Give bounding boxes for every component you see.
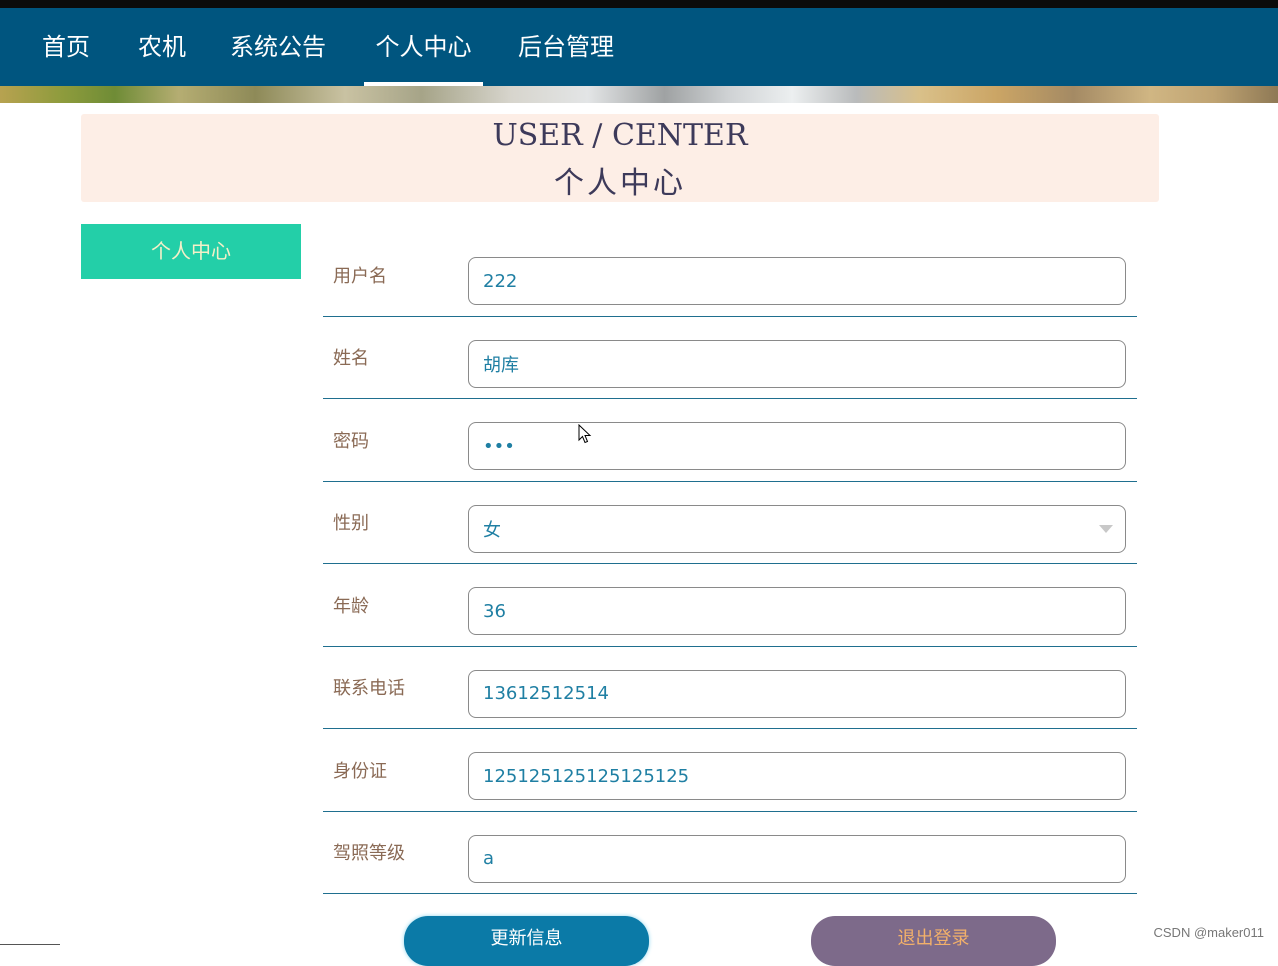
- banner-image-strip: [0, 86, 1278, 103]
- page-header: USER / CENTER 个人中心: [81, 114, 1159, 202]
- page-title-cn: 个人中心: [554, 166, 686, 201]
- form-row-age: 年龄 36: [323, 564, 1137, 647]
- form-row-username: 用户名 222: [323, 234, 1137, 317]
- window-top-border: [0, 0, 1278, 8]
- name-input[interactable]: 胡库: [468, 339, 1126, 388]
- sidebar-item-user-center[interactable]: 个人中心: [81, 224, 301, 279]
- phone-input[interactable]: 13612512514: [468, 669, 1126, 718]
- age-input[interactable]: 36: [468, 587, 1126, 635]
- password-label: 密码: [333, 430, 369, 452]
- password-input[interactable]: •••: [468, 422, 1126, 470]
- mouse-pointer-icon: [578, 424, 592, 444]
- age-label: 年龄: [333, 595, 369, 617]
- gender-label: 性别: [333, 513, 369, 535]
- gender-selected-value: 女: [483, 519, 501, 541]
- logout-button[interactable]: 退出登录: [811, 916, 1056, 966]
- form-row-password: 密码 •••: [323, 399, 1137, 482]
- id-card-label: 身份证: [333, 760, 387, 782]
- id-card-input[interactable]: 125125125125125125: [468, 752, 1126, 800]
- chevron-down-icon[interactable]: [1099, 524, 1113, 533]
- form-row-gender: 性别 女: [323, 482, 1137, 564]
- form-row-license: 驾照等级 a: [323, 812, 1137, 894]
- page-title-en: USER / CENTER: [492, 118, 748, 153]
- form-row-id-card: 身份证 125125125125125125: [323, 729, 1137, 812]
- nav-item-admin[interactable]: 后台管理: [508, 8, 624, 86]
- main-nav: 首页 农机 系统公告 个人中心 后台管理: [0, 8, 1278, 86]
- divider: [0, 944, 60, 945]
- nav-item-announcements[interactable]: 系统公告: [220, 8, 336, 86]
- phone-label: 联系电话: [333, 678, 405, 700]
- license-input[interactable]: a: [468, 834, 1126, 883]
- nav-item-machinery[interactable]: 农机: [128, 8, 196, 86]
- update-info-button[interactable]: 更新信息: [404, 916, 649, 966]
- username-label: 用户名: [333, 265, 387, 287]
- license-label: 驾照等级: [333, 843, 405, 865]
- gender-select[interactable]: 女: [468, 504, 1126, 553]
- form-row-name: 姓名 胡库: [323, 317, 1137, 399]
- nav-item-user-center[interactable]: 个人中心: [364, 8, 483, 86]
- watermark-text: CSDN @maker011: [1153, 925, 1265, 940]
- username-input[interactable]: 222: [468, 257, 1126, 305]
- name-label: 姓名: [333, 348, 369, 370]
- form-row-phone: 联系电话 13612512514: [323, 647, 1137, 729]
- nav-item-home[interactable]: 首页: [32, 8, 100, 86]
